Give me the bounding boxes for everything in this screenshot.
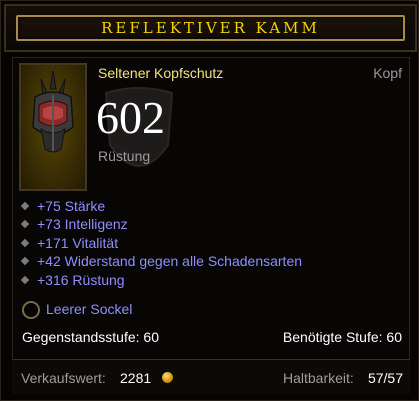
required-level: Benötigte Stufe: 60	[282, 329, 402, 345]
item-type: Seltener Kopfschutz	[98, 65, 224, 81]
helmet-icon	[32, 70, 74, 153]
affix-item: +42 Widerstand gegen alle Schadensarten	[20, 252, 400, 270]
diamond-bullet-icon	[20, 201, 30, 211]
socket-line: Leerer Sockel	[22, 299, 133, 320]
durability-value: 57/57	[367, 370, 403, 386]
diamond-bullet-icon	[20, 220, 30, 229]
item-slot: Kopf	[373, 65, 402, 81]
affix-item: +73 Intelligenz	[20, 215, 400, 233]
sell-value-label: Verkaufswert:	[21, 370, 106, 386]
affix-item: +316 Rüstung	[20, 271, 400, 289]
affix-item: +75 Stärke	[20, 197, 400, 215]
affix-item: +171 Vitalität	[20, 234, 400, 252]
affix-text: +73 Intelligenz	[37, 216, 128, 233]
diamond-bullet-icon	[20, 256, 30, 266]
item-level: Gegenstandsstufe: 60	[22, 329, 159, 345]
affix-text: +75 Stärke	[37, 198, 106, 214]
gold-coin-icon	[162, 372, 173, 383]
affix-text: +171 Vitalität	[37, 234, 119, 251]
item-footer: Verkaufswert: 2281 Haltbarkeit: 57/57	[12, 359, 410, 394]
affix-text: +42 Widerstand gegen alle Schadensarten	[37, 253, 303, 270]
affix-text: +316 Rüstung	[37, 271, 125, 288]
item-name: Reflektiver Kamm	[101, 19, 320, 37]
diamond-bullet-icon	[20, 275, 30, 284]
item-portrait	[19, 63, 87, 191]
item-title-bar: Reflektiver Kamm	[4, 4, 417, 52]
diamond-bullet-icon	[20, 238, 30, 248]
empty-socket-icon	[22, 301, 40, 320]
armor-label: Rüstung	[98, 148, 151, 164]
sell-value: 2281	[120, 370, 152, 386]
durability-label: Haltbarkeit:	[283, 370, 354, 386]
item-tooltip: Reflektiver Kamm Seltener Kopfschutz Kop…	[0, 0, 419, 401]
armor-value: 602	[96, 92, 165, 143]
socket-label: Leerer Sockel	[46, 301, 133, 317]
affix-list: +75 Stärke +73 Intelligenz +171 Vitalitä…	[20, 197, 400, 289]
